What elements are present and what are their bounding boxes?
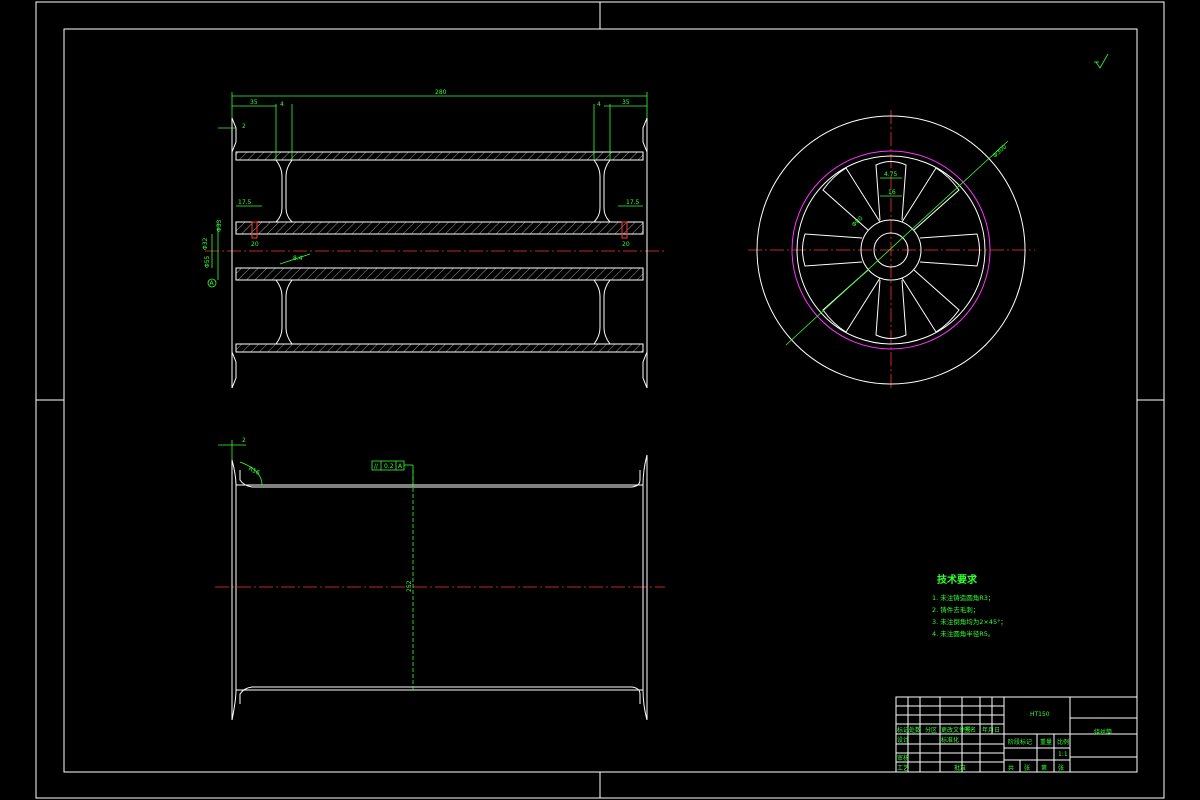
dim-shaft: 8.4 bbox=[293, 255, 303, 262]
dim-overall-length: 280 bbox=[435, 89, 447, 96]
tech-requirement-3: 3. 未注倒角均为2×45°； bbox=[932, 617, 1007, 626]
dim-outer-dia: Φ300 bbox=[992, 143, 1009, 159]
label-review: 审核 bbox=[897, 754, 909, 762]
label-sheet: 张 bbox=[1024, 764, 1030, 772]
label-stage-mark: 阶段标记 bbox=[1008, 738, 1032, 746]
label-sheet-2: 张 bbox=[1058, 764, 1064, 772]
label-design: 设计 bbox=[897, 736, 909, 744]
dim-flange-lip: 2 bbox=[242, 123, 246, 130]
dim-right-bore: 17.5 bbox=[626, 199, 640, 206]
part-name: 绕丝筒 bbox=[1094, 728, 1112, 736]
tolerance-frame: // 0.2 A bbox=[371, 460, 414, 487]
cad-drawing: 280 35 35 4 4 2 17.5 17.5 20 20 8.4 Φ33 … bbox=[35, 1, 1165, 799]
label-process: 工艺 bbox=[897, 764, 909, 772]
label-signature: 签名 bbox=[964, 726, 976, 734]
label-approve: 批准 bbox=[954, 764, 966, 772]
front-view-dimensions: 280 35 35 4 4 2 17.5 17.5 20 20 8.4 Φ33 … bbox=[202, 89, 648, 288]
sheet-frame bbox=[35, 1, 1165, 799]
scale-value: 1:1 bbox=[1058, 751, 1068, 758]
dim-right-groove: 20 bbox=[622, 241, 630, 248]
datum-a: A bbox=[210, 280, 215, 287]
label-date: 年月日 bbox=[982, 726, 1000, 734]
svg-text:0.2: 0.2 bbox=[384, 463, 394, 470]
dim-left-groove: 20 bbox=[251, 241, 259, 248]
dim-bore-dia: Φ33 bbox=[216, 219, 223, 232]
tech-requirement-2: 2. 铸件去毛刺； bbox=[932, 605, 979, 614]
label-weight: 重量 bbox=[1040, 738, 1052, 746]
label-sheet-total: 共 bbox=[1008, 764, 1014, 772]
label-scale: 比例 bbox=[1057, 738, 1069, 746]
label-standardize: 标准化 bbox=[941, 736, 959, 744]
bottom-view-dimensions: 2 R16 252 // 0.2 A bbox=[218, 437, 414, 690]
surface-roughness-icon bbox=[1094, 53, 1109, 69]
dim-left-flange: 35 bbox=[250, 99, 258, 106]
side-view-dimensions: Φ300 Φ80 4.75 16 bbox=[785, 140, 1009, 346]
dim-hub-outer: Φ55 bbox=[204, 255, 211, 268]
tech-requirements: 技术要求 1. 未注铸造圆角R3； 2. 铸件去毛刺； 3. 未注倒角均为2×4… bbox=[932, 573, 1007, 638]
front-view-section bbox=[205, 117, 665, 389]
dim-hub-dia: Φ32 bbox=[202, 237, 209, 250]
dim-bottom-flange: 2 bbox=[242, 437, 246, 444]
side-view-wheel bbox=[748, 110, 1035, 390]
label-count: 处数 bbox=[909, 726, 921, 734]
dim-left-web: 4 bbox=[280, 101, 284, 108]
dim-right-flange: 35 bbox=[622, 99, 630, 106]
dim-right-web: 4 bbox=[597, 101, 601, 108]
tech-requirement-1: 1. 未注铸造圆角R3； bbox=[932, 593, 994, 602]
title-block: HT150 绕丝筒 标记 处数 分区 更改文件号 签名 年月日 设计 标准化 审… bbox=[895, 696, 1138, 773]
label-sheet-no: 第 bbox=[1041, 764, 1047, 772]
label-mark: 标记 bbox=[897, 726, 909, 734]
svg-text://: // bbox=[374, 463, 379, 470]
label-zone: 分区 bbox=[925, 726, 937, 734]
dim-spoke-width: 4.75 bbox=[884, 171, 898, 178]
dim-left-bore: 17.5 bbox=[238, 199, 252, 206]
svg-text:A: A bbox=[398, 463, 403, 470]
material: HT150 bbox=[1030, 711, 1050, 718]
dim-spoke-depth: 16 bbox=[888, 189, 896, 196]
bottom-view bbox=[215, 454, 665, 721]
tech-requirement-4: 4. 未注圆角半径R5。 bbox=[932, 629, 994, 638]
tech-requirements-title: 技术要求 bbox=[937, 573, 978, 586]
dim-bottom-length: 252 bbox=[406, 580, 413, 592]
